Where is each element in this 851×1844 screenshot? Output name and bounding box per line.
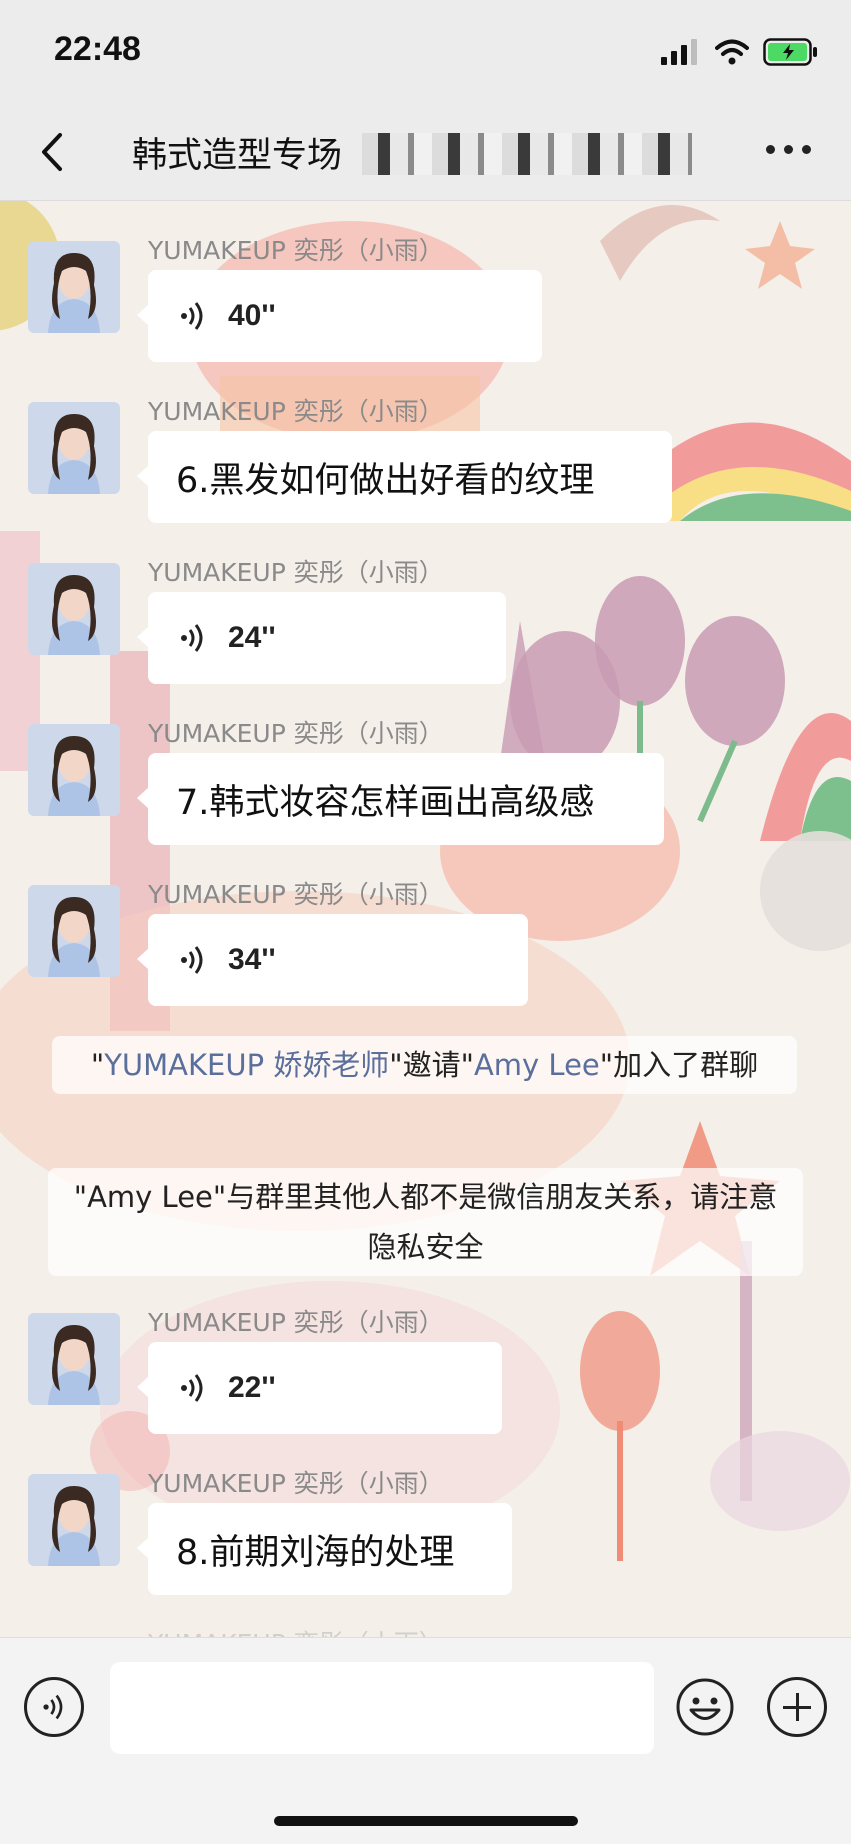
more-options-icon[interactable] bbox=[766, 145, 811, 154]
message-text: 8.前期刘海的处理 bbox=[176, 1532, 455, 1573]
invitee-link[interactable]: Amy Lee bbox=[474, 1048, 600, 1082]
emoji-icon[interactable] bbox=[675, 1677, 735, 1737]
avatar[interactable] bbox=[28, 724, 120, 816]
voice-input-button[interactable] bbox=[24, 1677, 84, 1737]
avatar[interactable] bbox=[28, 1313, 120, 1405]
avatar[interactable] bbox=[28, 563, 120, 655]
blurred-title-mosaic bbox=[362, 133, 692, 175]
voice-message-bubble[interactable]: 34'' bbox=[137, 914, 528, 1006]
sender-name: YUMAKEUP 奕彤（小雨） bbox=[148, 558, 444, 587]
voice-wave-icon bbox=[181, 302, 203, 330]
signal-icon bbox=[661, 39, 697, 65]
voice-wave-icon bbox=[181, 624, 203, 652]
sender-name: YUMAKEUP 奕彤（小雨） bbox=[148, 1308, 444, 1337]
status-bar: 22:48 bbox=[0, 0, 851, 105]
text-message-bubble[interactable]: 7.韩式妆容怎样画出高级感 bbox=[137, 753, 664, 845]
back-icon[interactable] bbox=[30, 127, 80, 177]
avatar[interactable] bbox=[28, 402, 120, 494]
voice-duration: 24'' bbox=[228, 621, 276, 654]
sender-name: YUMAKEUP 奕彤（小雨） bbox=[148, 236, 444, 265]
voice-wave-icon bbox=[181, 946, 203, 974]
avatar[interactable] bbox=[28, 885, 120, 977]
input-bar bbox=[0, 1637, 851, 1844]
voice-duration: 22'' bbox=[228, 1371, 276, 1404]
sender-name: YUMAKEUP 奕彤（小雨） bbox=[148, 1469, 444, 1498]
voice-duration: 40'' bbox=[228, 299, 276, 332]
status-icons bbox=[661, 36, 819, 68]
voice-wave-icon bbox=[43, 1694, 63, 1720]
chat-area[interactable]: YUMAKEUP 奕彤（小雨） 40'' YUMAKEUP 奕彤（小雨） 6.黑… bbox=[0, 201, 851, 1637]
inviter-link[interactable]: YUMAKEUP 娇娇老师 bbox=[104, 1048, 389, 1082]
voice-message-bubble[interactable]: 40'' bbox=[137, 270, 542, 362]
voice-message-bubble[interactable]: 24'' bbox=[137, 592, 506, 684]
voice-duration: 34'' bbox=[228, 943, 276, 976]
add-more-icon[interactable] bbox=[767, 1677, 827, 1737]
voice-message-bubble[interactable]: 22'' bbox=[137, 1342, 502, 1434]
voice-wave-icon bbox=[181, 1374, 203, 1402]
status-time: 22:48 bbox=[54, 30, 141, 68]
wifi-icon bbox=[715, 39, 749, 65]
sender-name: YUMAKEUP 奕彤（小雨） bbox=[148, 719, 444, 748]
text-message-bubble[interactable]: 6.黑发如何做出好看的纹理 bbox=[137, 431, 672, 523]
avatar[interactable] bbox=[28, 241, 120, 333]
chat-title: 韩式造型专场 bbox=[132, 136, 343, 176]
sender-name: YUMAKEUP 奕彤（小雨） bbox=[148, 397, 444, 426]
sender-name-partial: YUMAKEUP 奕彤（小雨） bbox=[148, 1624, 444, 1637]
battery-icon bbox=[763, 38, 817, 66]
avatar[interactable] bbox=[28, 1474, 120, 1566]
text-message-bubble[interactable]: 8.前期刘海的处理 bbox=[137, 1503, 512, 1595]
nav-bar: 韩式造型专场 bbox=[0, 105, 851, 201]
system-message-privacy: "Amy Lee"与群里其他人都不是微信朋友关系，请注意隐私安全 bbox=[48, 1168, 803, 1276]
home-indicator bbox=[274, 1816, 578, 1826]
system-message-invite: "YUMAKEUP 娇娇老师"邀请"Amy Lee"加入了群聊 bbox=[52, 1036, 797, 1094]
message-text: 6.黑发如何做出好看的纹理 bbox=[176, 460, 595, 501]
sender-name: YUMAKEUP 奕彤（小雨） bbox=[148, 880, 444, 909]
message-text: 7.韩式妆容怎样画出高级感 bbox=[176, 782, 595, 823]
message-input[interactable] bbox=[110, 1662, 654, 1754]
